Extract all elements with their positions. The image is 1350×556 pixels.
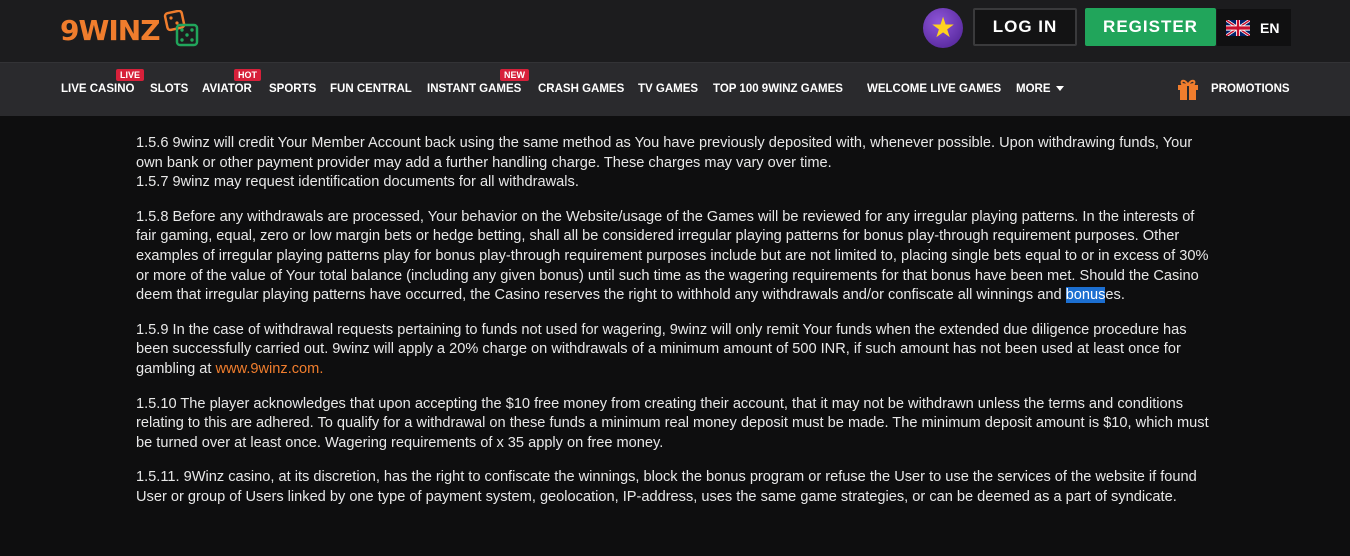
badge-live: LIVE [116,69,145,81]
nav-sports[interactable]: SPORTS [269,83,316,95]
nav-slots[interactable]: SLOTS [150,83,188,95]
terms-paragraph-1-5-6: 1.5.6 9winz will credit Your Member Acco… [136,134,1216,193]
nav-crash-games[interactable]: CRASH GAMES [538,83,624,95]
nav-promotions[interactable]: PROMOTIONS [1211,83,1290,95]
nav-tv-games[interactable]: TV GAMES [638,83,698,95]
terms-paragraph-1-5-10: 1.5.10 The player acknowledges that upon… [136,395,1216,454]
badge-new: NEW [500,69,529,81]
terms-text-1-5-11: 1.5.11. 9Winz casino, at its discretion,… [136,469,1197,505]
nav-welcome-live-games[interactable]: WELCOME LIVE GAMES [867,83,1001,95]
terms-text-1-5-10: 1.5.10 The player acknowledges that upon… [136,395,1209,451]
chevron-down-icon [1055,86,1064,92]
top-header: 9WINZ ★ LOG IN REGISTER EN [0,0,1350,62]
uk-flag-icon [1226,19,1250,36]
favorites-star-button[interactable]: ★ [923,8,963,48]
nav-instant-games[interactable]: INSTANT GAMES [427,83,521,95]
site-link[interactable]: www.9winz.com. [216,361,324,377]
nav-more-label: MORE [1016,83,1051,95]
terms-text-1-5-8-end: es. [1105,287,1125,304]
login-button[interactable]: LOG IN [973,8,1077,46]
terms-text-1-5-6: 1.5.6 9winz will credit Your Member Acco… [136,135,1193,171]
terms-paragraph-1-5-11: 1.5.11. 9Winz casino, at its discretion,… [136,468,1216,507]
nav-top-100-games[interactable]: TOP 100 9WINZ GAMES [713,83,843,95]
logo-text: 9WINZ [60,13,161,47]
badge-hot: HOT [234,69,261,81]
dice-icon [163,10,198,47]
nav-fun-central[interactable]: FUN CENTRAL [330,83,412,95]
terms-content: 1.5.6 9winz will credit Your Member Acco… [136,134,1216,523]
nav-aviator[interactable]: AVIATOR [202,83,252,95]
register-button[interactable]: REGISTER [1085,8,1216,46]
site-logo[interactable]: 9WINZ [60,10,202,50]
language-selector[interactable]: EN [1217,9,1291,46]
nav-more[interactable]: MORE [1016,83,1064,95]
nav-live-casino[interactable]: LIVE CASINO [61,83,134,95]
language-label: EN [1260,19,1280,36]
terms-paragraph-1-5-8: 1.5.8 Before any withdrawals are process… [136,208,1216,306]
terms-paragraph-1-5-9: 1.5.9 In the case of withdrawal requests… [136,321,1216,380]
terms-text-1-5-8: 1.5.8 Before any withdrawals are process… [136,208,1209,304]
gift-icon[interactable] [1176,77,1200,101]
selected-text: bonus [1065,287,1106,304]
main-nav: LIVE LIVE CASINO SLOTS HOT AVIATOR SPORT… [0,62,1350,116]
star-icon: ★ [930,11,956,44]
terms-text-1-5-7: 1.5.7 9winz may request identification d… [136,174,579,191]
